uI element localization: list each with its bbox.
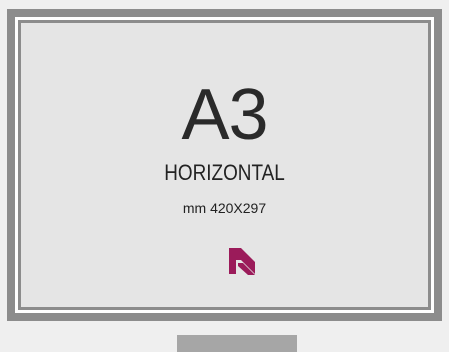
frame-content: A3 HORIZONTAL mm 420X297 bbox=[21, 23, 428, 307]
sheet-orientation-label: HORIZONTAL bbox=[164, 160, 285, 185]
sheet-format-title: A3 bbox=[181, 75, 268, 155]
sheet-dimensions-label: mm 420X297 bbox=[182, 200, 267, 216]
frame-panel: A3 HORIZONTAL mm 420X297 bbox=[18, 20, 431, 310]
brand-logo-icon bbox=[229, 248, 255, 275]
frame-inner-band: A3 HORIZONTAL mm 420X297 bbox=[15, 17, 434, 313]
frame-outer-border: A3 HORIZONTAL mm 420X297 bbox=[7, 9, 442, 321]
page: A3 HORIZONTAL mm 420X297 bbox=[0, 0, 449, 352]
bottom-tab bbox=[177, 335, 297, 352]
